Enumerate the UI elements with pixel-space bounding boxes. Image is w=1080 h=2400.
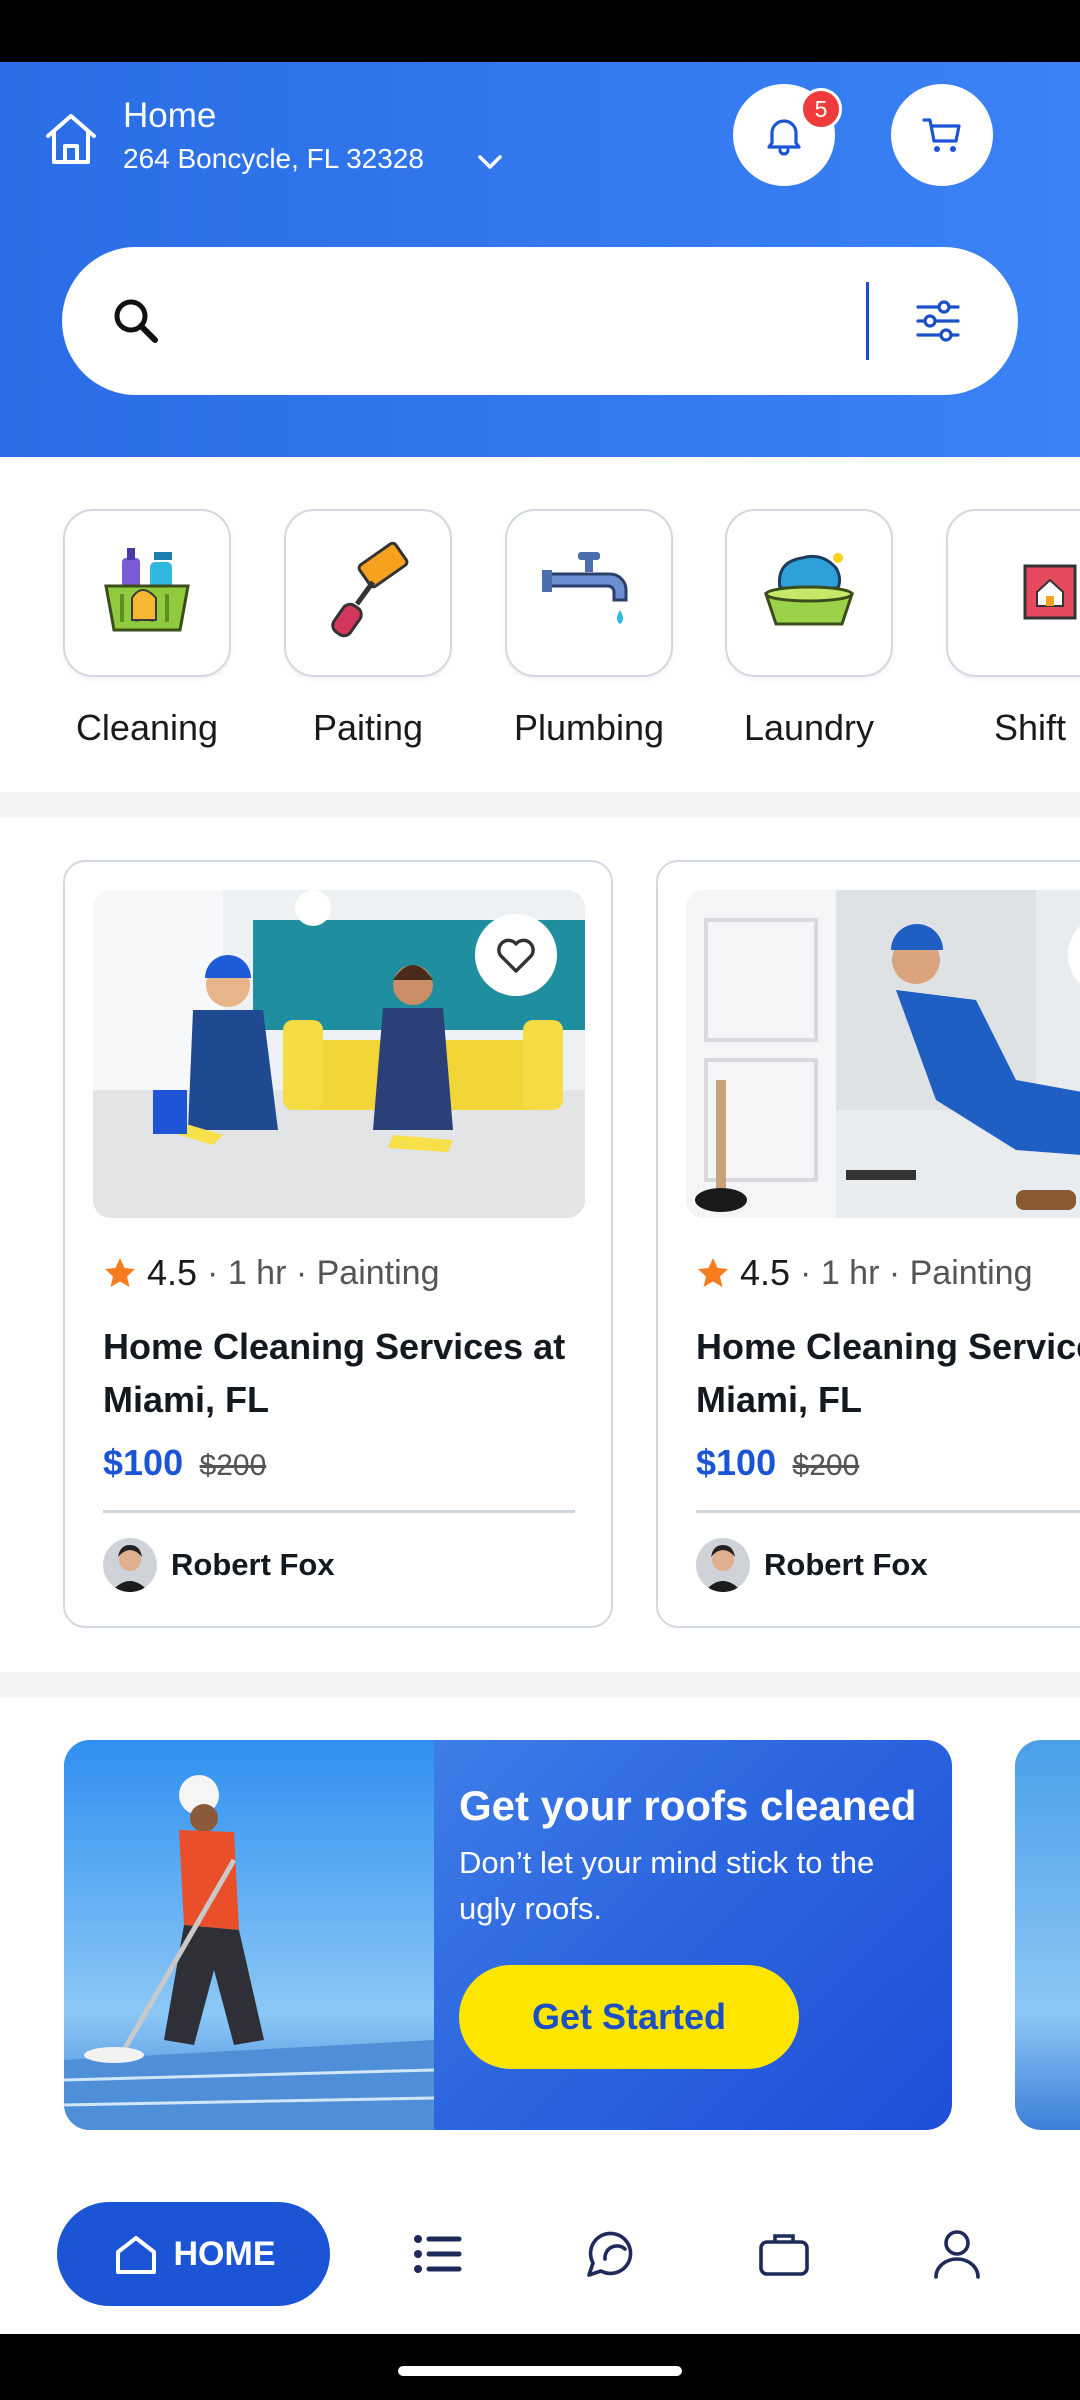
avatar bbox=[696, 1538, 750, 1592]
banner-title: Get your roofs cleaned bbox=[459, 1782, 917, 1829]
heart-icon bbox=[497, 938, 535, 973]
faucet-icon bbox=[542, 552, 628, 624]
service-title: Home Cleaning Services at Miami, FL bbox=[696, 1326, 1080, 1420]
category-painting-box bbox=[284, 509, 452, 677]
paint-roller-icon bbox=[331, 541, 409, 638]
provider-name: Robert Fox bbox=[171, 1547, 335, 1582]
home-icon bbox=[46, 114, 96, 164]
header: Home 264 Boncycle, FL 32328 5 bbox=[0, 62, 1080, 457]
cart-button[interactable] bbox=[891, 84, 993, 186]
star-icon bbox=[105, 1258, 135, 1287]
bottom-navigation: HOME bbox=[0, 2160, 1080, 2334]
category-label: Shift bbox=[993, 707, 1067, 748]
location-address[interactable]: 264 Boncycle, FL 32328 bbox=[123, 143, 424, 175]
category-plumbing[interactable]: Plumbing bbox=[505, 509, 673, 749]
category-label: Laundry bbox=[743, 707, 875, 748]
briefcase-icon bbox=[759, 2234, 809, 2276]
location-title[interactable]: Home bbox=[123, 96, 216, 136]
category-plumbing-box bbox=[505, 509, 673, 677]
nav-home-button[interactable]: HOME bbox=[57, 2202, 330, 2306]
banner-subtitle: Don’t let your mind stick to the ugly ro… bbox=[459, 1845, 875, 1926]
card-divider bbox=[103, 1510, 575, 1513]
category-shift-box bbox=[946, 509, 1080, 677]
price-row: $100 $200 bbox=[696, 1442, 859, 1484]
nav-chat-button[interactable] bbox=[578, 2222, 642, 2286]
home-gesture-pill[interactable] bbox=[398, 2366, 682, 2376]
categories-row: Cleaning Paiting Plumbing Laundry Shift bbox=[0, 457, 1080, 792]
search-input[interactable] bbox=[182, 285, 882, 357]
nav-bookings-button[interactable] bbox=[752, 2222, 816, 2286]
search-divider bbox=[866, 282, 869, 360]
service-image bbox=[686, 890, 1080, 1218]
laundry-basket-icon bbox=[763, 553, 855, 626]
category-label: Plumbing bbox=[513, 707, 665, 748]
category-label: Cleaning bbox=[75, 707, 219, 748]
rating-value: 4.5 bbox=[740, 1252, 791, 1293]
nav-list-button[interactable] bbox=[405, 2222, 469, 2286]
get-started-button[interactable]: Get Started bbox=[459, 1965, 799, 2069]
chat-icon bbox=[587, 2231, 633, 2277]
service-title: Home Cleaning Services at Miami, FL bbox=[103, 1326, 566, 1420]
system-gesture-bar bbox=[0, 2334, 1080, 2400]
price-row: $100 $200 bbox=[103, 1442, 266, 1484]
nav-home-label: HOME bbox=[173, 2234, 276, 2273]
next-banner-peek[interactable] bbox=[1015, 1740, 1080, 2130]
chevron-down-icon[interactable] bbox=[474, 146, 506, 178]
status-bar bbox=[0, 0, 1080, 62]
rating-row: 4.5 · 1 hr · Painting bbox=[103, 1252, 440, 1294]
category-laundry-box bbox=[725, 509, 893, 677]
avatar bbox=[103, 1538, 157, 1592]
provider-name: Robert Fox bbox=[764, 1547, 928, 1582]
profile-icon bbox=[934, 2230, 980, 2279]
old-price: $200 bbox=[792, 1449, 860, 1482]
favorite-button[interactable] bbox=[475, 914, 557, 996]
service-card[interactable]: 4.5 · 1 hr · Painting Home Cleaning Serv… bbox=[656, 860, 1080, 1628]
price: $100 bbox=[103, 1442, 184, 1483]
service-meta: · 1 hr · Painting bbox=[800, 1253, 1033, 1292]
category-label: Paiting bbox=[312, 707, 424, 748]
card-divider bbox=[696, 1510, 1080, 1513]
promo-banner[interactable]: Get your roofs cleaned Don’t let your mi… bbox=[64, 1740, 952, 2130]
star-icon bbox=[698, 1258, 728, 1287]
service-meta: · 1 hr · Painting bbox=[207, 1253, 440, 1292]
roof-cleaner-image bbox=[64, 1740, 434, 2130]
list-icon bbox=[414, 2235, 462, 2273]
service-image bbox=[93, 890, 585, 1218]
section-separator bbox=[0, 792, 1080, 818]
category-laundry[interactable]: Laundry bbox=[725, 509, 893, 749]
filter-sliders-icon[interactable] bbox=[910, 293, 966, 349]
promo-carousel: Get your roofs cleaned Don’t let your mi… bbox=[0, 1698, 1080, 2188]
rating-value: 4.5 bbox=[147, 1252, 198, 1293]
old-price: $200 bbox=[199, 1449, 267, 1482]
service-card[interactable]: 4.5 · 1 hr · Painting Home Cleaning Serv… bbox=[63, 860, 613, 1628]
cart-icon bbox=[922, 118, 961, 152]
provider: Robert Fox bbox=[103, 1538, 335, 1592]
category-painting[interactable]: Paiting bbox=[284, 509, 452, 749]
bell-icon bbox=[767, 119, 801, 156]
app-screen: Home 264 Boncycle, FL 32328 5 Cleaning P… bbox=[0, 0, 1080, 2400]
nav-profile-button[interactable] bbox=[925, 2222, 989, 2286]
provider: Robert Fox bbox=[696, 1538, 928, 1592]
home-icon bbox=[115, 2236, 156, 2274]
cleaning-basket-icon bbox=[104, 548, 190, 632]
service-cards-row: 4.5 · 1 hr · Painting Home Cleaning Serv… bbox=[0, 818, 1080, 1698]
moving-truck-icon bbox=[1023, 564, 1077, 620]
search-bar[interactable] bbox=[62, 247, 1018, 395]
price: $100 bbox=[696, 1442, 777, 1483]
search-icon bbox=[114, 299, 158, 343]
category-cleaning[interactable]: Cleaning bbox=[63, 509, 231, 749]
category-shift[interactable]: Shift bbox=[946, 509, 1080, 749]
category-cleaning-box bbox=[63, 509, 231, 677]
section-separator bbox=[0, 1672, 1080, 1698]
rating-row: 4.5 · 1 hr · Painting bbox=[696, 1252, 1033, 1294]
notification-badge: 5 bbox=[800, 88, 842, 130]
